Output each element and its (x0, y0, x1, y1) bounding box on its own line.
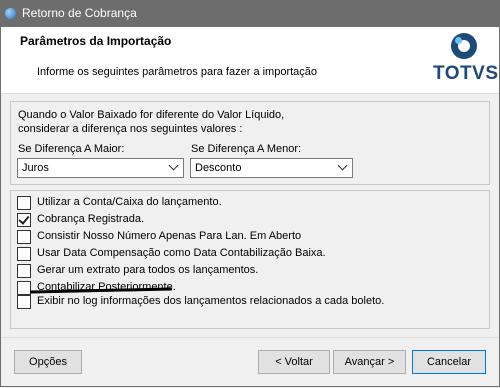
options-group: Utilizar a Conta/Caixa do lançamento. Co… (10, 190, 490, 329)
option-label: Usar Data Compensação como Data Contabil… (37, 247, 326, 259)
menor-select-value: Desconto (195, 162, 242, 174)
totvs-logo-mark-icon (451, 33, 477, 59)
checkbox[interactable] (17, 281, 31, 295)
maior-select-value: Juros (22, 162, 49, 174)
checkbox[interactable] (17, 196, 31, 210)
difference-question-line1: Quando o Valor Baixado for diferente do … (18, 109, 285, 121)
option-label: Utilizar a Conta/Caixa do lançamento. (37, 196, 222, 208)
difference-question: Quando o Valor Baixado for diferente do … (18, 108, 284, 136)
menor-select[interactable]: Desconto (190, 158, 353, 178)
difference-question-line2: considerar a diferença nos seguintes val… (18, 123, 243, 135)
checkbox[interactable] (17, 247, 31, 261)
option-label: Exibir no log informações dos lançamento… (37, 295, 385, 307)
difference-group: Quando o Valor Baixado for diferente do … (10, 101, 490, 185)
next-button[interactable]: Avançar > (333, 350, 406, 374)
logo-text: TOTVS (433, 63, 499, 84)
page-subtitle: Informe os seguintes parâmetros para faz… (37, 66, 318, 78)
checkbox-checked[interactable] (17, 213, 31, 227)
chevron-down-icon (337, 160, 348, 171)
title-bar: Retorno de Cobrança (0, 0, 500, 27)
option-label: Gerar um extrato para todos os lançament… (37, 264, 259, 276)
chevron-down-icon (168, 160, 179, 171)
checkmark-icon (18, 213, 30, 225)
cancel-button[interactable]: Cancelar (412, 350, 486, 374)
window-title: Retorno de Cobrança (22, 6, 137, 20)
checkbox[interactable] (17, 295, 31, 309)
app-icon (5, 8, 16, 19)
maior-label: Se Diferença A Maior: (18, 143, 125, 155)
option-label: Cobrança Registrada. (37, 213, 145, 225)
option-label: Consistir Nosso Número Apenas Para Lan. … (37, 230, 302, 242)
back-button[interactable]: < Voltar (258, 350, 330, 374)
maior-select[interactable]: Juros (17, 158, 184, 178)
options-button[interactable]: Opções (14, 350, 82, 374)
menor-label: Se Diferença A Menor: (191, 143, 302, 155)
footer-separator (1, 337, 499, 338)
totvs-logo: TOTVS (433, 31, 498, 91)
checkbox[interactable] (17, 264, 31, 278)
wizard-header: Parâmetros da Importação Informe os segu… (1, 27, 499, 94)
page-title: Parâmetros da Importação (20, 34, 172, 48)
checkbox[interactable] (17, 230, 31, 244)
